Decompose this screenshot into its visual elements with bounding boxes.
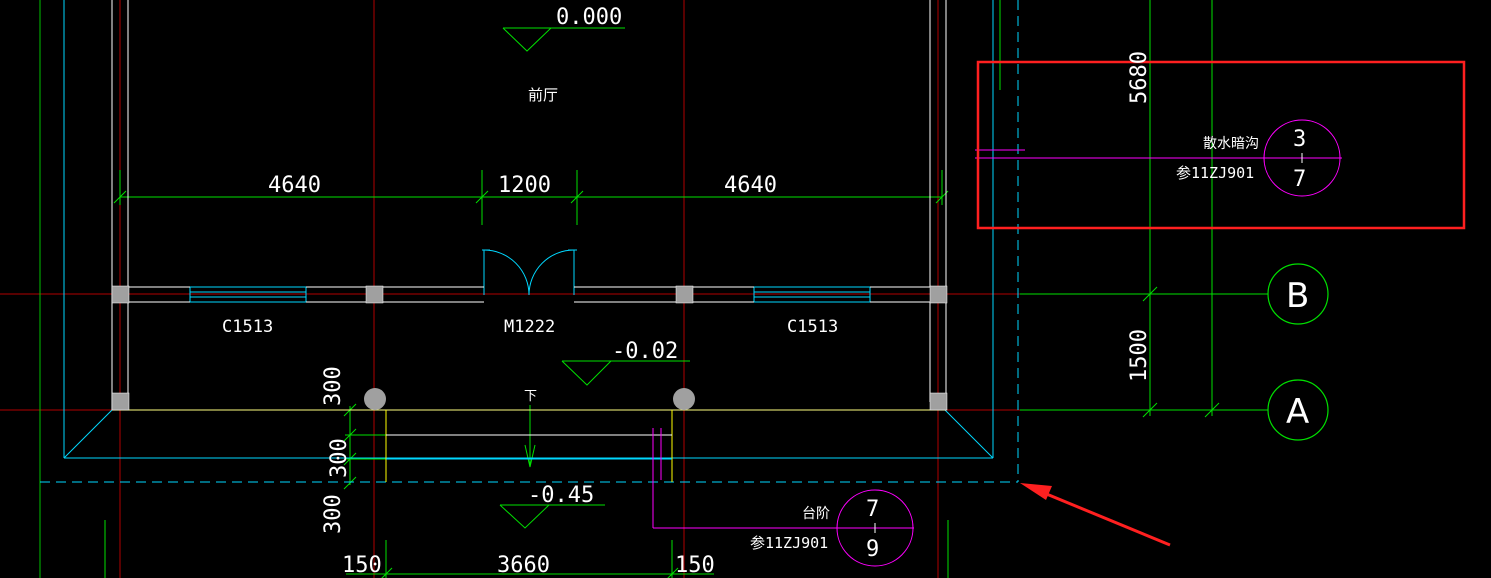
dim-top-right: 4640 — [724, 173, 777, 198]
dimension-lines — [39, 0, 1268, 578]
drain-callout-title: 散水暗沟 — [1203, 136, 1259, 152]
drain-callout-num-bottom: 7 — [1293, 167, 1306, 192]
dim-left-1: 300 — [321, 366, 346, 406]
grid-bubble-a: A — [1286, 392, 1309, 432]
elevation-top: 0.000 — [556, 5, 622, 30]
dim-left-2: 300 — [327, 438, 352, 478]
steps-callout-ref: 参11ZJ901 — [750, 534, 828, 552]
dim-bottom-left: 150 — [342, 553, 382, 578]
highlight-arrow — [1020, 483, 1171, 547]
dim-right-upper: 5680 — [1127, 51, 1152, 104]
callout-crosses — [874, 153, 1303, 533]
door-label: M1222 — [504, 317, 555, 337]
walls — [111, 0, 947, 411]
dim-bottom-right: 150 — [675, 553, 715, 578]
window-right-label: C1513 — [787, 317, 838, 337]
steps — [385, 410, 673, 482]
dim-bottom-mid: 3660 — [497, 553, 550, 578]
window-left-label: C1513 — [222, 317, 273, 337]
room-label: 前厅 — [528, 86, 558, 104]
elevation-bottom: -0.45 — [528, 483, 594, 508]
stair-label: 下 — [524, 389, 537, 404]
elevation-door: -0.02 — [612, 339, 678, 364]
steps-callout-num-top: 7 — [866, 497, 879, 522]
cad-floor-plan: 0.000 -0.02 -0.45 前厅 4640 1200 4640 5680… — [0, 0, 1466, 578]
drain-callout-ref: 参11ZJ901 — [1176, 164, 1254, 182]
dim-top-mid: 1200 — [498, 173, 551, 198]
dim-top-left: 4640 — [268, 173, 321, 198]
dim-left-3: 300 — [321, 494, 346, 534]
grid-bubble-b: B — [1286, 276, 1309, 316]
steps-callout-num-bottom: 9 — [866, 537, 879, 562]
dim-right-lower: 1500 — [1127, 329, 1152, 382]
drain-callout-num-top: 3 — [1293, 127, 1306, 152]
steps-callout-title: 台阶 — [802, 506, 830, 522]
